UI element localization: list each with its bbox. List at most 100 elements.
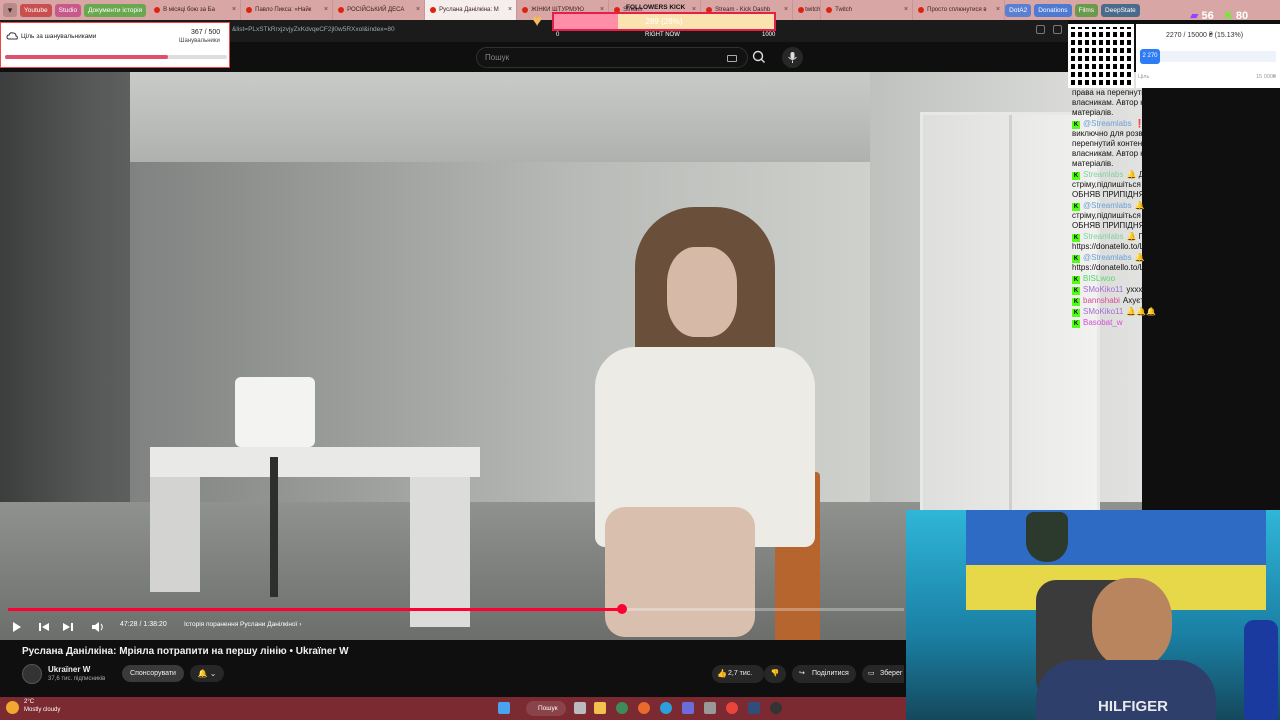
bookmark-documents[interactable]: Документи історія bbox=[84, 3, 147, 17]
tab-label: Павло Пикса: «Найк bbox=[255, 7, 312, 13]
start-menu-icon[interactable] bbox=[498, 702, 510, 714]
subscriber-count: 37,6 тис. підписників bbox=[48, 676, 106, 682]
search-input[interactable]: Пошук bbox=[476, 47, 748, 68]
video-progress-bar[interactable] bbox=[8, 604, 904, 614]
chat-username[interactable]: @Streamlabs bbox=[1083, 119, 1132, 128]
voice-search-button[interactable] bbox=[782, 47, 803, 68]
app-icon[interactable] bbox=[616, 702, 628, 714]
close-tab-icon[interactable]: × bbox=[232, 0, 236, 20]
chat-message: права на перепнутий контент належать їхн… bbox=[1068, 88, 1280, 118]
chrome-icon[interactable] bbox=[726, 702, 738, 714]
browser-tab[interactable]: РОСІЙСЬКИЙ ДЕСА × bbox=[333, 0, 426, 20]
video-scene-person bbox=[575, 207, 845, 640]
firefox-icon[interactable] bbox=[638, 702, 650, 714]
bookmark-dota2[interactable]: DotA2 bbox=[1005, 3, 1032, 17]
channel-name[interactable]: Ukraїner W bbox=[48, 665, 90, 674]
chat-username[interactable]: SMoKiko11 bbox=[1083, 307, 1123, 316]
chat-username[interactable]: Basobat_w bbox=[1083, 318, 1123, 327]
donation-goal-max: 15 000₴ bbox=[1256, 74, 1276, 80]
fan-goal-subtitle: Шанувальники bbox=[179, 38, 220, 44]
extension-icon[interactable] bbox=[1036, 25, 1045, 34]
browser-tab[interactable]: Twitch × bbox=[821, 0, 914, 20]
browser-tab-active[interactable]: Руслана Данілкіна: М × bbox=[425, 0, 518, 20]
progress-scrubber[interactable] bbox=[616, 604, 627, 614]
weather-icon[interactable] bbox=[6, 701, 19, 714]
search-button[interactable] bbox=[748, 47, 770, 68]
follower-goal-min: 0 bbox=[556, 32, 560, 38]
chevron-down-icon: ⌄ bbox=[207, 669, 217, 678]
bookmark-donations[interactable]: Donations bbox=[1034, 3, 1072, 17]
search-icon bbox=[752, 50, 765, 63]
save-button[interactable]: ▭ Зберег bbox=[862, 665, 904, 683]
next-icon[interactable] bbox=[60, 619, 76, 635]
close-tab-icon[interactable]: × bbox=[324, 0, 328, 20]
close-tab-icon[interactable]: × bbox=[904, 0, 908, 20]
chat-username[interactable]: @Streamlabs bbox=[1083, 253, 1132, 262]
browser-tab[interactable]: Павло Пикса: «Найк × bbox=[241, 0, 334, 20]
video-scene-desk-leg bbox=[410, 477, 470, 627]
chat-username[interactable]: @Streamlabs bbox=[1083, 201, 1132, 210]
bookmark-star-icon[interactable] bbox=[1053, 25, 1062, 34]
app-icon[interactable] bbox=[682, 702, 694, 714]
chat-username[interactable]: Streamlabs bbox=[1083, 170, 1123, 179]
chat-message: K Basobat_w bbox=[1068, 318, 1280, 328]
address-url[interactable]: &list=PLxSTkRrxjzvjyZxKdvqeCF2jl0w5RXxol… bbox=[232, 26, 395, 33]
donation-current: 2 270 bbox=[1140, 49, 1160, 64]
file-explorer-icon[interactable] bbox=[594, 702, 606, 714]
telegram-icon[interactable] bbox=[660, 702, 672, 714]
chapter-title[interactable]: Історія поранення Руслани Данілкіної › bbox=[184, 621, 301, 628]
browser-tab[interactable]: twitch bbox=[793, 0, 822, 20]
video-scene-ceiling bbox=[130, 72, 870, 162]
kick-badge-icon: K bbox=[1072, 309, 1080, 317]
notification-bell-button[interactable]: 🔔 ⌄ bbox=[190, 665, 224, 682]
browser-tab[interactable]: Просто сплюнутися в × bbox=[913, 0, 1006, 20]
video-scene-face bbox=[667, 247, 737, 337]
weather-description[interactable]: Mostly cloudy bbox=[24, 707, 60, 713]
donation-goal-bar bbox=[1160, 51, 1276, 62]
kick-badge-icon: K bbox=[1072, 121, 1080, 129]
chat-username[interactable]: SMoKiko11 bbox=[1083, 285, 1123, 294]
bookmark-films[interactable]: Films bbox=[1074, 3, 1099, 17]
fan-goal-label: Ціль за шанувальниками bbox=[21, 33, 97, 40]
steam-icon[interactable] bbox=[748, 702, 760, 714]
close-tab-icon[interactable]: × bbox=[996, 0, 1000, 20]
close-tab-icon[interactable]: × bbox=[416, 0, 420, 20]
webcam-feed: HILFIGER bbox=[906, 510, 1280, 720]
play-icon[interactable] bbox=[8, 619, 24, 635]
chat-message: K Streamlabs 🔔 Підтримай мене - https://do… bbox=[1068, 232, 1280, 252]
sponsor-button[interactable]: Спонсорувати bbox=[122, 665, 184, 682]
weather-temperature[interactable]: 2°C bbox=[24, 699, 34, 705]
chat-username[interactable]: Streamlabs bbox=[1083, 232, 1123, 241]
microphone-icon bbox=[788, 52, 797, 63]
chat-message: K @Streamlabs ❗Дисклеймер: Цей контент ств… bbox=[1068, 119, 1280, 169]
task-view-icon[interactable] bbox=[574, 702, 586, 714]
bookmark-youtube[interactable]: Youtube bbox=[20, 3, 52, 17]
chat-message: K @Streamlabs 🔔 Друзі дякую за перегляд мо… bbox=[1068, 201, 1280, 231]
channel-avatar[interactable] bbox=[22, 664, 42, 684]
chat-username[interactable]: bannshabi bbox=[1083, 296, 1120, 305]
chat-username[interactable]: BISLwoo bbox=[1083, 274, 1115, 283]
app-icon[interactable] bbox=[704, 702, 716, 714]
chat-text: уххххх яка історія bbox=[1126, 285, 1192, 294]
browser-tab[interactable]: В місяці бою за Ба × bbox=[149, 0, 242, 20]
keyboard-icon[interactable] bbox=[727, 55, 737, 62]
previous-icon[interactable] bbox=[36, 619, 52, 635]
taskbar-search[interactable]: Пошук bbox=[526, 701, 566, 716]
fan-goal-fill bbox=[5, 55, 168, 59]
thumbs-down-icon: 👎 bbox=[770, 670, 780, 677]
bookmark-deepstate[interactable]: DeepState bbox=[1101, 3, 1140, 17]
dislike-button[interactable]: 👎 bbox=[764, 665, 786, 683]
viewer-counters: ▰ 56 K 80 bbox=[1190, 9, 1248, 22]
share-button[interactable]: ↪ Поділитися bbox=[792, 665, 856, 683]
tab-menu-icon[interactable]: ▾ bbox=[3, 3, 17, 17]
chat-message: K SMoKiko11 🔔🔔🔔 bbox=[1068, 307, 1280, 317]
follower-goal-title: FOLLOWERS KICK bbox=[626, 4, 686, 11]
video-scene-office-chair bbox=[230, 377, 320, 617]
like-button[interactable]: 👍 2,7 тис. bbox=[712, 665, 764, 683]
bookmark-studio[interactable]: Studio bbox=[54, 3, 82, 17]
close-tab-icon[interactable]: × bbox=[508, 0, 512, 20]
volume-icon[interactable] bbox=[90, 619, 106, 635]
kick-viewer-count: 80 bbox=[1235, 10, 1249, 22]
obs-icon[interactable] bbox=[770, 702, 782, 714]
close-tab-icon[interactable]: × bbox=[784, 0, 788, 20]
